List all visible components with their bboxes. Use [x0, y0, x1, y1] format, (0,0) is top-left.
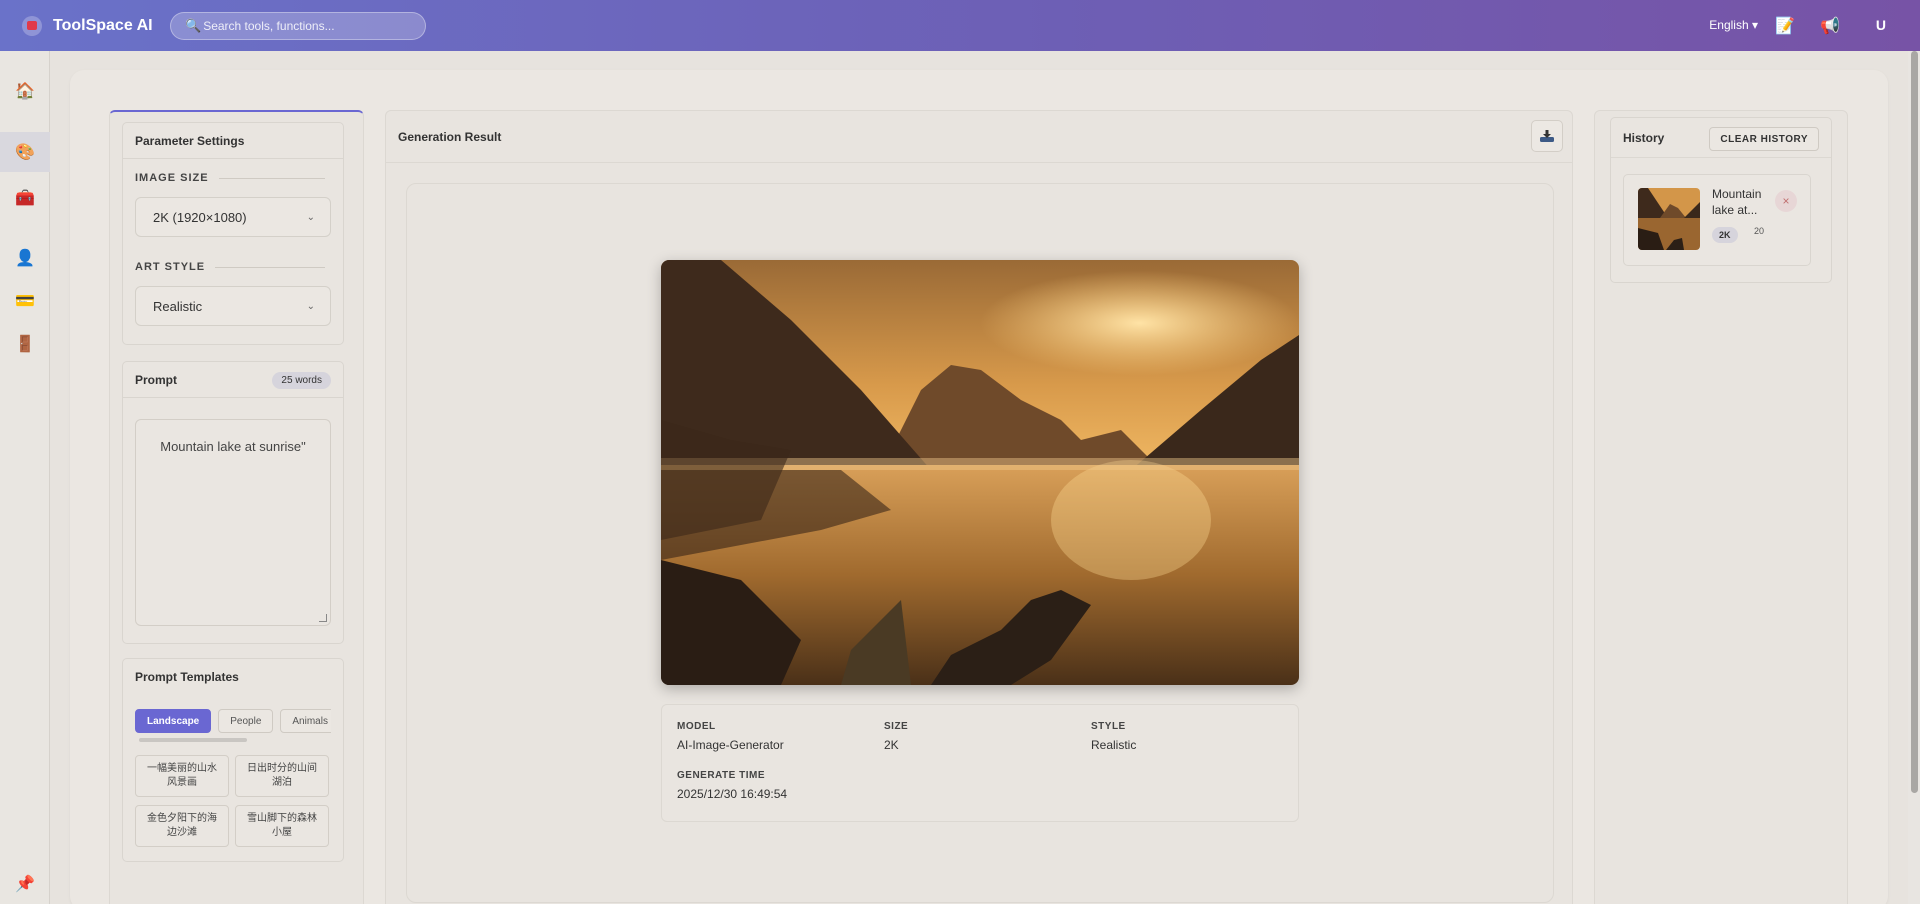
generation-metadata: MODEL AI-Image-Generator SIZE 2K STYLE R…: [661, 704, 1299, 822]
download-button[interactable]: [1531, 120, 1563, 152]
meta-model: MODEL AI-Image-Generator: [677, 721, 784, 752]
image-size-value: 2K (1920×1080): [153, 209, 247, 225]
download-icon: [1540, 130, 1554, 142]
search-icon: 🔍: [185, 18, 202, 33]
mountain-lake-image: [661, 260, 1299, 685]
history-item-size-badge: 2K: [1712, 227, 1738, 243]
parameter-settings-title: Parameter Settings: [135, 133, 245, 148]
meta-style: STYLE Realistic: [1091, 721, 1136, 752]
tab-animals[interactable]: Animals: [280, 709, 331, 733]
prompt-header: Prompt 25 words: [123, 362, 343, 398]
art-style-label-text: ART STYLE: [135, 261, 206, 273]
template-item[interactable]: 一幅美丽的山水风景画: [135, 755, 229, 797]
main-content: Parameter Settings IMAGE SIZE 2K (1920×1…: [70, 70, 1888, 904]
history-header: History CLEAR HISTORY: [1611, 118, 1831, 158]
page-scrollbar[interactable]: [1908, 51, 1920, 904]
history-section: History CLEAR HISTORY Mountain lake at..…: [1610, 117, 1832, 283]
generation-result-title: Generation Result: [398, 129, 502, 144]
nav-logout-icon[interactable]: 🚪: [0, 324, 50, 364]
nav-home-icon[interactable]: 🏠: [0, 71, 50, 111]
generated-image[interactable]: [661, 260, 1299, 685]
chevron-down-icon: ⌄: [306, 300, 315, 312]
generation-result-panel: Generation Result MODEL AI-Image-Generat…: [385, 110, 1573, 904]
language-selector[interactable]: English ▾: [1709, 18, 1758, 32]
history-item[interactable]: Mountain lake at... 2K 2025/12/30 16:49:…: [1623, 174, 1811, 266]
parameter-settings-header: Parameter Settings: [123, 123, 343, 159]
page-scrollbar-thumb[interactable]: [1911, 51, 1918, 793]
prompt-templates-header: Prompt Templates: [123, 659, 343, 695]
prompt-text: Mountain lake at sunrise": [160, 439, 306, 454]
left-nav-rail: 🏠 🎨 🧰 👤 💳 🚪 📌: [0, 51, 50, 904]
meta-time-value: 2025/12/30 16:49:54: [677, 787, 788, 801]
image-size-select[interactable]: 2K (1920×1080) ⌄: [135, 197, 331, 237]
meta-style-label: STYLE: [1091, 721, 1126, 732]
prompt-textarea[interactable]: Mountain lake at sunrise": [135, 419, 331, 626]
tab-people[interactable]: People: [218, 709, 274, 733]
word-count-badge: 25 words: [272, 372, 331, 389]
prompt-title: Prompt: [135, 372, 177, 387]
meta-model-value: AI-Image-Generator: [677, 738, 784, 752]
nav-billing-icon[interactable]: 💳: [0, 281, 50, 321]
prompt-section: Prompt 25 words Mountain lake at sunrise…: [122, 361, 344, 644]
template-item[interactable]: 雪山脚下的森林小屋: [235, 805, 329, 847]
nav-profile-icon[interactable]: 👤: [0, 238, 50, 278]
template-category-tabs: Landscape People Animals: [135, 709, 331, 733]
meta-generate-time: GENERATE TIME 2025/12/30 16:49:54: [677, 770, 787, 801]
history-thumbnail: [1638, 188, 1700, 250]
brand-name: ToolSpace AI: [53, 16, 153, 34]
clear-history-button[interactable]: CLEAR HISTORY: [1709, 127, 1819, 151]
prompt-templates-section: Prompt Templates Landscape People Animal…: [122, 658, 344, 862]
meta-size: SIZE 2K: [884, 721, 908, 752]
nav-image-generator-icon[interactable]: 🎨: [0, 132, 50, 172]
announcement-icon[interactable]: 📢: [1820, 16, 1840, 36]
parameters-panel: Parameter Settings IMAGE SIZE 2K (1920×1…: [109, 110, 364, 904]
resize-handle-icon[interactable]: [319, 614, 327, 622]
meta-model-label: MODEL: [677, 721, 716, 732]
art-style-label: ART STYLE: [135, 261, 325, 273]
result-card: MODEL AI-Image-Generator SIZE 2K STYLE R…: [406, 183, 1554, 903]
tabs-scrollbar[interactable]: [139, 738, 247, 742]
template-item[interactable]: 日出时分的山间湖泊: [235, 755, 329, 797]
nav-toolbox-icon[interactable]: 🧰: [0, 178, 50, 218]
parameter-settings-section: Parameter Settings IMAGE SIZE 2K (1920×1…: [122, 122, 344, 345]
history-item-title: Mountain lake at...: [1712, 187, 1762, 217]
image-size-label-text: IMAGE SIZE: [135, 172, 209, 184]
delete-history-item-button[interactable]: ×: [1775, 190, 1797, 212]
template-item[interactable]: 金色夕阳下的海边沙滩: [135, 805, 229, 847]
search-input[interactable]: [203, 19, 414, 33]
history-title: History: [1623, 130, 1665, 145]
history-item-time: 2025/12/30 16:49:54: [1754, 226, 1764, 236]
user-avatar[interactable]: U: [1876, 17, 1886, 33]
chevron-down-icon: ⌄: [306, 211, 315, 223]
top-bar: ToolSpace AI 🔍 English ▾ 📝 📢 U: [0, 0, 1920, 51]
brand[interactable]: ToolSpace AI: [22, 15, 153, 36]
brand-logo-icon: [22, 15, 42, 36]
meta-size-value: 2K: [884, 738, 899, 752]
notes-icon[interactable]: 📝: [1775, 16, 1795, 36]
image-size-label: IMAGE SIZE: [135, 172, 325, 184]
meta-style-value: Realistic: [1091, 738, 1137, 752]
meta-size-label: SIZE: [884, 721, 909, 732]
art-style-value: Realistic: [153, 298, 203, 314]
history-thumbnail-image: [1638, 188, 1700, 250]
generation-result-header: Generation Result: [386, 111, 1572, 163]
art-style-select[interactable]: Realistic ⌄: [135, 286, 331, 326]
nav-pin-icon[interactable]: 📌: [0, 864, 50, 904]
tab-landscape[interactable]: Landscape: [135, 709, 212, 733]
search-box[interactable]: 🔍: [170, 12, 426, 40]
history-panel: History CLEAR HISTORY Mountain lake at..…: [1594, 110, 1848, 904]
prompt-templates-title: Prompt Templates: [135, 670, 239, 684]
meta-time-label: GENERATE TIME: [677, 770, 765, 781]
